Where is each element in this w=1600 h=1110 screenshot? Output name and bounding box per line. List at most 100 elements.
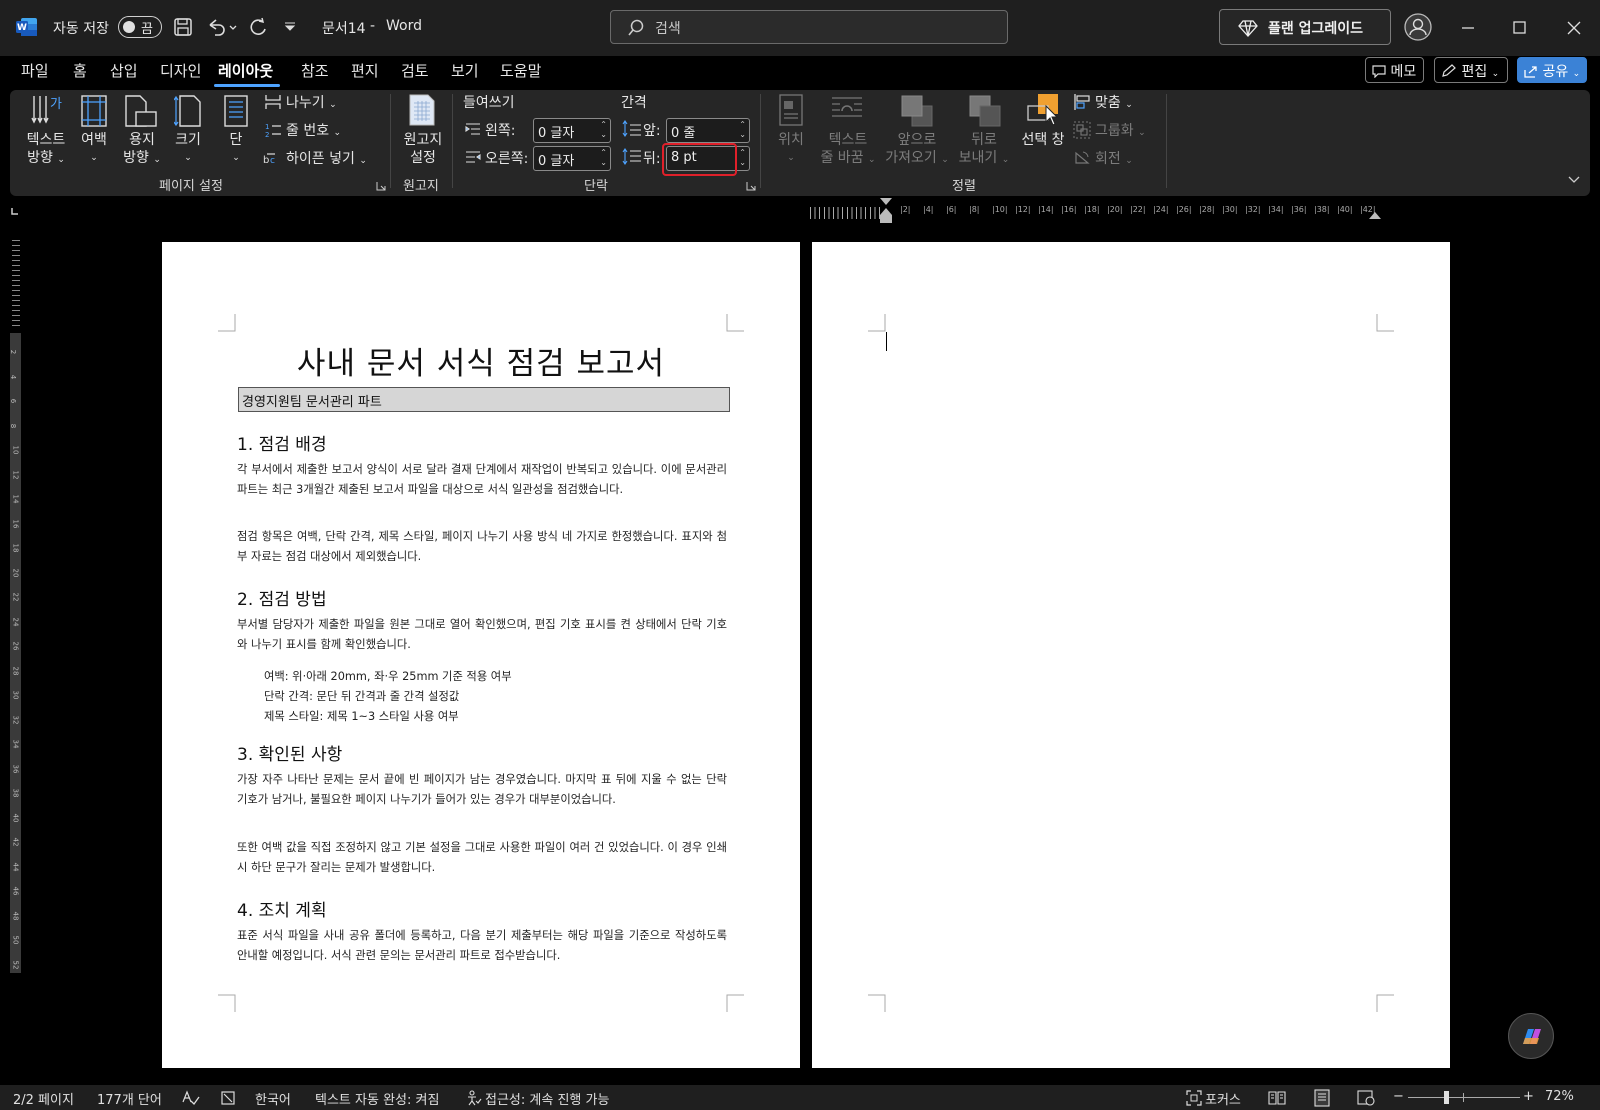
ruler-tick-label: |16|: [1061, 205, 1077, 214]
columns-button[interactable]: 단 ⌄: [219, 131, 253, 167]
position-button[interactable]: 위치 ⌄: [774, 131, 808, 167]
send-backward-button[interactable]: 뒤로 보내기 ⌄: [954, 131, 1014, 169]
spinner-arrows-icon[interactable]: ⌃ ⌄: [600, 148, 607, 168]
language[interactable]: 한국어: [255, 1089, 291, 1108]
svg-text:1: 1: [265, 123, 269, 131]
document-title-heading[interactable]: 사내 문서 서식 점검 보고서: [162, 338, 800, 383]
autosave-toggle[interactable]: 끔: [118, 16, 162, 38]
horizontal-ruler[interactable]: |2| |4| |6| |8| |10| |12| |14| |16| |18| |20| |22|…: [810, 203, 1410, 219]
tab-selector-icon[interactable]: [10, 206, 20, 216]
document-page-1[interactable]: 사내 문서 서식 점검 보고서 경영지원팀 문서관리 파트 1. 점검 배경 각…: [162, 242, 800, 1068]
crop-mark-bottom-left: [218, 994, 236, 1012]
print-layout-icon[interactable]: [1314, 1089, 1330, 1107]
focus-mode-button[interactable]: 포커스: [1205, 1089, 1241, 1108]
indent-left-input[interactable]: 0 글자 ⌃ ⌄: [533, 118, 611, 143]
section-3-heading[interactable]: 3. 확인된 사항: [237, 740, 342, 765]
section-2-heading[interactable]: 2. 점검 방법: [237, 585, 327, 610]
breaks-button[interactable]: 나누기 ⌄: [286, 94, 337, 114]
account-avatar-icon[interactable]: [1404, 13, 1432, 41]
section-4-paragraph-1[interactable]: 표준 서식 파일을 사내 공유 폴더에 등록하고, 다음 분기 제출부터는 해당…: [237, 926, 727, 966]
margins-button[interactable]: 여백 ⌄: [76, 131, 112, 167]
web-layout-icon[interactable]: [1357, 1090, 1375, 1106]
spinner-arrows-icon[interactable]: ⌃ ⌄: [600, 120, 607, 140]
share-button[interactable]: 공유 ⌄: [1517, 57, 1587, 83]
section-1-paragraph-1[interactable]: 각 부서에서 제출한 보고서 양식이 서로 달라 결재 단계에서 재작업이 반복…: [237, 460, 727, 500]
tab-insert[interactable]: 삽입: [110, 60, 138, 81]
section-4-heading[interactable]: 4. 조치 계획: [237, 896, 327, 921]
collapse-ribbon-icon[interactable]: [1567, 175, 1581, 185]
diamond-icon: [1238, 20, 1258, 37]
page-count[interactable]: 2/2 페이지: [13, 1089, 74, 1108]
rotate-button[interactable]: 회전 ⌄: [1095, 150, 1133, 170]
size-button[interactable]: 크기 ⌄: [170, 131, 206, 167]
crop-mark-top-left: [218, 314, 236, 332]
bring-forward-button[interactable]: 앞으로 가져오기 ⌄: [884, 131, 950, 169]
zoom-slider-track[interactable]: [1408, 1097, 1520, 1098]
ruler-tick-label: 24: [11, 617, 20, 626]
line-numbers-button[interactable]: 줄 번호 ⌄: [286, 122, 341, 142]
text-predictions[interactable]: 텍스트 자동 완성: 켜짐: [315, 1089, 439, 1108]
redo-icon[interactable]: [248, 17, 268, 37]
section-2-paragraph-1[interactable]: 부서별 담당자가 제출한 파일을 원본 그대로 열어 확인했으며, 편집 기호 …: [237, 615, 727, 655]
editing-mode-button[interactable]: 편집 ⌄: [1434, 57, 1508, 83]
indent-right-input[interactable]: 0 글자 ⌃ ⌄: [533, 146, 611, 171]
zoom-level[interactable]: 72%: [1545, 1089, 1574, 1104]
document-page-2[interactable]: [812, 242, 1450, 1068]
group-button[interactable]: 그룹화 ⌄: [1095, 122, 1146, 142]
hyphenation-button[interactable]: 하이픈 넣기 ⌄: [286, 150, 367, 170]
tab-file[interactable]: 파일: [21, 60, 49, 81]
section-3-paragraph-1[interactable]: 가장 자주 나타난 문제는 문서 끝에 빈 페이지가 남는 경우였습니다. 마지…: [237, 770, 727, 810]
tab-layout[interactable]: 레이아웃: [218, 60, 273, 81]
zoom-slider-thumb[interactable]: [1444, 1091, 1449, 1104]
ribbon-separator: [1166, 94, 1167, 188]
wrap-text-button[interactable]: 텍스트 줄 바꿈 ⌄: [818, 131, 878, 169]
tab-view[interactable]: 보기: [451, 60, 479, 81]
right-indent-marker[interactable]: [1368, 210, 1382, 220]
proofing-icon[interactable]: [182, 1090, 200, 1106]
undo-icon[interactable]: [206, 17, 238, 37]
dialog-launcher-icon[interactable]: [376, 181, 386, 191]
orientation-button[interactable]: 용지 방향 ⌄: [120, 131, 164, 169]
tab-help[interactable]: 도움말: [500, 60, 541, 81]
zoom-in-button[interactable]: +: [1523, 1089, 1534, 1104]
selection-pane-button[interactable]: 선택 창: [1018, 131, 1068, 149]
memo-button[interactable]: 메모: [1365, 57, 1424, 83]
customize-toolbar-icon[interactable]: [284, 22, 296, 32]
vertical-ruler[interactable]: 2 4 6 8 10 12 14 16 18 20 22 24 26 28 30 32 34 36 38 40 42 44…: [4, 240, 26, 1000]
align-button[interactable]: 맞춤 ⌄: [1095, 94, 1133, 114]
maximize-icon[interactable]: [1512, 20, 1528, 36]
save-icon[interactable]: [173, 17, 193, 37]
document-subtitle[interactable]: 경영지원팀 문서관리 파트: [238, 387, 730, 412]
tab-mailings[interactable]: 편지: [351, 60, 379, 81]
chevron-down-icon: ⌄: [1572, 69, 1581, 79]
read-mode-icon[interactable]: [1268, 1090, 1286, 1106]
editor-suggestions-icon[interactable]: [220, 1090, 238, 1106]
manuscript-setup-button[interactable]: 원고지 설정: [400, 131, 446, 167]
breaks-icon: [265, 95, 281, 109]
tab-references[interactable]: 참조: [301, 60, 329, 81]
section-1-paragraph-2[interactable]: 점검 항목은 여백, 단락 간격, 제목 스타일, 페이지 나누기 사용 방식 …: [237, 527, 727, 567]
spacing-before-input[interactable]: 0 줄 ⌃ ⌄: [666, 118, 750, 143]
first-line-indent-marker[interactable]: [879, 197, 893, 225]
spinner-arrows-icon[interactable]: ⌃ ⌄: [739, 120, 746, 140]
close-icon[interactable]: [1566, 20, 1582, 36]
upgrade-plan-button[interactable]: 플랜 업그레이드: [1219, 9, 1391, 45]
list-item[interactable]: 단락 간격: 문단 뒤 간격과 줄 간격 설정값: [264, 688, 459, 704]
section-1-heading[interactable]: 1. 점검 배경: [237, 430, 327, 455]
minimize-icon[interactable]: [1460, 20, 1476, 36]
section-3-paragraph-2[interactable]: 또한 여백 값을 직접 조정하지 않고 기본 설정을 그대로 사용한 파일이 여…: [237, 838, 727, 878]
search-box[interactable]: 검색: [610, 10, 1008, 44]
tab-review[interactable]: 검토: [401, 60, 429, 81]
accessibility-status[interactable]: 접근성: 계속 진행 가능: [485, 1089, 609, 1108]
text-direction-button[interactable]: 텍스트 방향 ⌄: [26, 131, 66, 169]
word-count[interactable]: 177개 단어: [97, 1089, 162, 1108]
list-item[interactable]: 제목 스타일: 제목 1~3 스타일 사용 여부: [264, 708, 459, 724]
indent-right-value: 0 글자: [538, 154, 575, 169]
spinner-arrows-icon[interactable]: ⌃ ⌄: [739, 148, 746, 168]
zoom-out-button[interactable]: −: [1393, 1089, 1404, 1104]
copilot-button[interactable]: [1508, 1013, 1554, 1059]
dialog-launcher-icon[interactable]: [746, 181, 756, 191]
list-item[interactable]: 여백: 위·아래 20mm, 좌·우 25mm 기준 적용 여부: [264, 668, 512, 684]
tab-design[interactable]: 디자인: [160, 60, 201, 81]
tab-home[interactable]: 홈: [73, 60, 87, 81]
